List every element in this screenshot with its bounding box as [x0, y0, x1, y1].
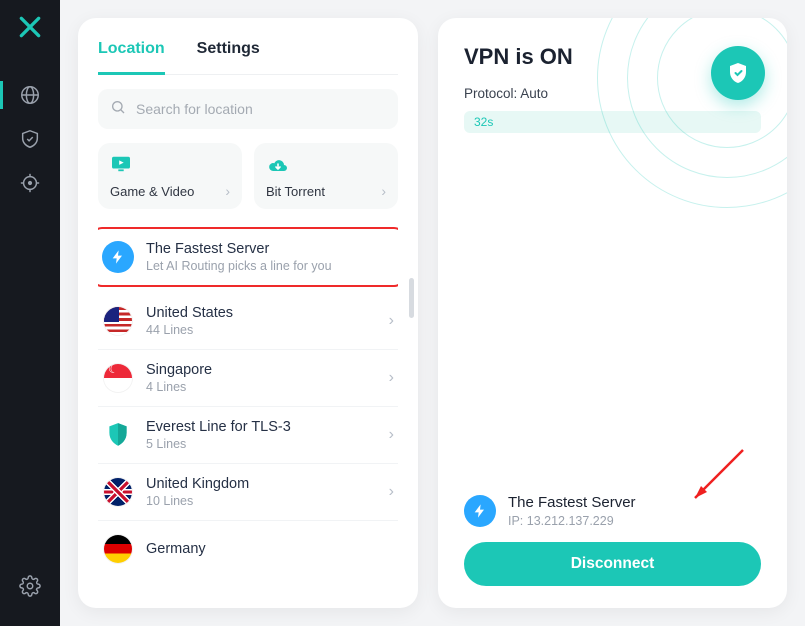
- cloud-download-icon: [266, 153, 386, 175]
- connected-ip: IP: 13.212.137.229: [508, 514, 636, 528]
- chevron-right-icon: ›: [225, 183, 230, 199]
- server-item-de[interactable]: Germany: [98, 521, 398, 577]
- vpn-shield-icon: [711, 46, 765, 100]
- flag-de-icon: [104, 535, 132, 563]
- nav-globe[interactable]: [0, 73, 60, 117]
- server-name: Everest Line for TLS-3: [146, 419, 389, 435]
- server-item-everest[interactable]: Everest Line for TLS-3 5 Lines ›: [98, 407, 398, 464]
- tab-settings[interactable]: Settings: [197, 36, 260, 74]
- quick-game-video[interactable]: Game & Video ›: [98, 143, 242, 209]
- search-input[interactable]: [136, 101, 386, 117]
- bolt-icon: [464, 495, 496, 527]
- search-box[interactable]: [98, 89, 398, 129]
- server-item-uk[interactable]: United Kingdom 10 Lines ›: [98, 464, 398, 521]
- decorative-rings: [597, 18, 787, 208]
- fastest-server-title: The Fastest Server: [146, 241, 394, 257]
- bolt-icon: [102, 241, 134, 273]
- server-lines: 4 Lines: [146, 380, 389, 394]
- server-name: United Kingdom: [146, 476, 389, 492]
- quick-bittorrent-label: Bit Torrent: [266, 184, 325, 199]
- server-list: The Fastest Server Let AI Routing picks …: [98, 227, 398, 608]
- chevron-right-icon: ›: [389, 426, 394, 444]
- flag-us-icon: [104, 307, 132, 335]
- server-panel: Location Settings Game & Video ›: [78, 18, 418, 608]
- fastest-server-highlight: The Fastest Server Let AI Routing picks …: [98, 227, 398, 287]
- server-item-sg[interactable]: Singapore 4 Lines ›: [98, 350, 398, 407]
- server-lines: 44 Lines: [146, 323, 389, 337]
- search-icon: [110, 99, 126, 120]
- nav-target[interactable]: [0, 161, 60, 205]
- chevron-right-icon: ›: [389, 312, 394, 330]
- scrollbar-thumb[interactable]: [409, 278, 414, 318]
- server-item-us[interactable]: United States 44 Lines ›: [98, 293, 398, 350]
- app-logo: [17, 14, 43, 45]
- chevron-right-icon: ›: [389, 369, 394, 387]
- quick-game-video-label: Game & Video: [110, 184, 194, 199]
- server-name: Germany: [146, 541, 394, 557]
- nav-settings[interactable]: [0, 564, 60, 608]
- disconnect-button[interactable]: Disconnect: [464, 542, 761, 586]
- connection-info: The Fastest Server IP: 13.212.137.229 Di…: [464, 494, 761, 586]
- server-lines: 5 Lines: [146, 437, 389, 451]
- fastest-server-item[interactable]: The Fastest Server Let AI Routing picks …: [102, 239, 394, 275]
- shield-tls-icon: [102, 419, 134, 451]
- server-lines: 10 Lines: [146, 494, 389, 508]
- tabs: Location Settings: [98, 36, 398, 75]
- tab-location[interactable]: Location: [98, 36, 165, 75]
- quick-categories: Game & Video › Bit Torrent ›: [98, 143, 398, 209]
- nav-shield[interactable]: [0, 117, 60, 161]
- monitor-play-icon: [110, 153, 230, 175]
- flag-sg-icon: [104, 364, 132, 392]
- flag-uk-icon: [104, 478, 132, 506]
- server-name: United States: [146, 305, 389, 321]
- fastest-server-subtitle: Let AI Routing picks a line for you: [146, 259, 394, 273]
- main-area: Location Settings Game & Video ›: [60, 0, 805, 626]
- status-panel: VPN is ON Protocol: Auto 32s The Fastest…: [438, 18, 787, 608]
- quick-bittorrent[interactable]: Bit Torrent ›: [254, 143, 398, 209]
- sidebar: [0, 0, 60, 626]
- chevron-right-icon: ›: [381, 183, 386, 199]
- server-name: Singapore: [146, 362, 389, 378]
- chevron-right-icon: ›: [389, 483, 394, 501]
- connected-server-name: The Fastest Server: [508, 494, 636, 511]
